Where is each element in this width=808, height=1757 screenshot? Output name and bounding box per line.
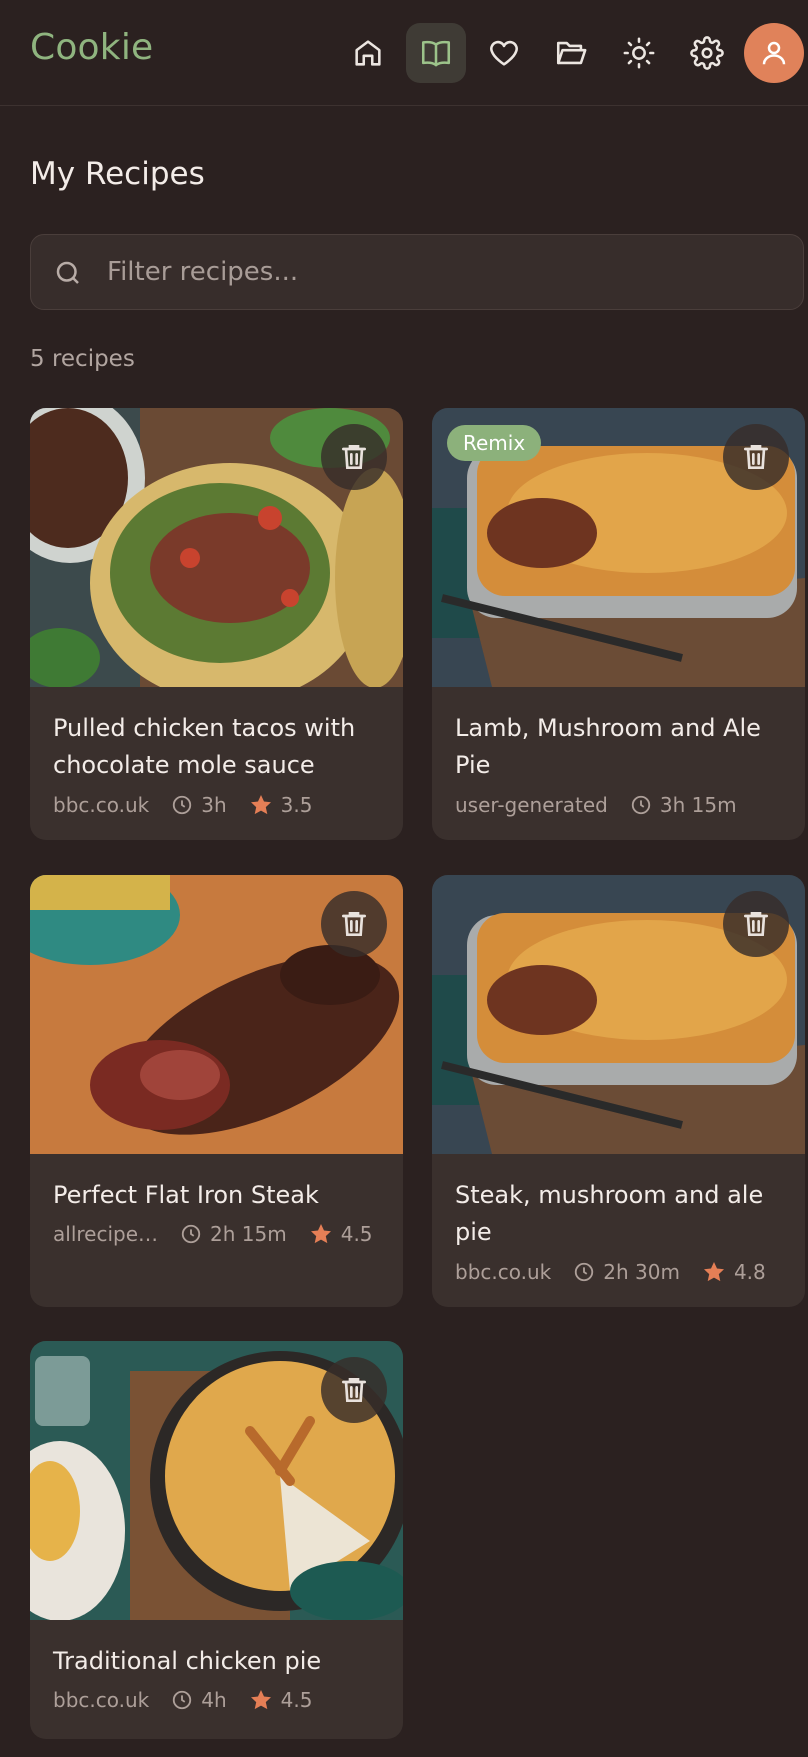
recipe-source: user-generated	[455, 793, 608, 817]
recipe-rating: 3.5	[249, 793, 313, 817]
delete-recipe-button[interactable]	[321, 1357, 387, 1423]
recipe-title[interactable]: Perfect Flat Iron Steak	[53, 1177, 388, 1214]
recipe-rating-value: 4.8	[733, 1260, 766, 1284]
trash-icon	[740, 441, 772, 473]
recipe-rating-value: 3.5	[280, 793, 313, 817]
star-icon	[249, 793, 273, 817]
recipe-meta: allrecipe… 2h 15m 4.5	[53, 1222, 373, 1246]
recipe-card[interactable]: Pulled chicken tacos with chocolate mole…	[30, 408, 403, 840]
recipe-rating: 4.5	[249, 1688, 313, 1712]
clock-icon	[573, 1261, 595, 1283]
remix-badge: Remix	[447, 425, 542, 461]
trash-icon	[338, 1374, 370, 1406]
recipe-meta: bbc.co.uk 4h 4.5	[53, 1688, 312, 1712]
recipe-meta: bbc.co.uk 3h 3.5	[53, 793, 312, 817]
recipe-meta: bbc.co.uk 2h 30m 4.8	[455, 1260, 766, 1284]
filter-recipes-input[interactable]	[107, 235, 787, 309]
recipe-time: 3h	[171, 793, 227, 817]
trash-icon	[740, 908, 772, 940]
user-avatar-button[interactable]	[744, 23, 804, 83]
recipe-time: 2h 15m	[180, 1222, 287, 1246]
nav-collections-button[interactable]	[541, 23, 601, 83]
recipe-title[interactable]: Traditional chicken pie	[53, 1643, 388, 1680]
search-icon	[56, 261, 79, 284]
recipe-card[interactable]: Perfect Flat Iron Steak allrecipe… 2h 15…	[30, 875, 403, 1307]
clock-icon	[180, 1223, 202, 1245]
page-title: My Recipes	[30, 156, 205, 192]
nav-settings-button[interactable]	[677, 23, 737, 83]
recipe-card[interactable]: Traditional chicken pie bbc.co.uk 4h 4.5	[30, 1341, 403, 1739]
app-logo[interactable]: Cookie	[30, 27, 153, 68]
folder-icon	[556, 41, 587, 65]
recipe-time: 2h 30m	[573, 1260, 680, 1284]
home-icon	[355, 40, 381, 66]
book-icon	[421, 40, 451, 67]
recipe-count: 5 recipes	[30, 346, 135, 372]
recipe-card[interactable]: Remix Lamb, Mushroom and Ale Pie user-ge…	[432, 408, 805, 840]
sun-icon	[623, 37, 655, 69]
star-icon	[309, 1222, 333, 1246]
delete-recipe-button[interactable]	[723, 891, 789, 957]
delete-recipe-button[interactable]	[723, 424, 789, 490]
recipe-rating: 4.5	[309, 1222, 373, 1246]
recipe-source: bbc.co.uk	[53, 1688, 150, 1712]
delete-recipe-button[interactable]	[321, 891, 387, 957]
star-icon	[249, 1688, 273, 1712]
recipe-time-value: 4h	[201, 1688, 227, 1712]
recipe-title[interactable]: Lamb, Mushroom and Ale Pie	[455, 710, 790, 784]
recipe-title[interactable]: Steak, mushroom and ale pie	[455, 1177, 790, 1251]
nav-favorites-button[interactable]	[474, 23, 534, 83]
recipe-source: bbc.co.uk	[455, 1260, 552, 1284]
recipe-time-value: 2h 15m	[210, 1222, 287, 1246]
delete-recipe-button[interactable]	[321, 424, 387, 490]
recipe-rating-value: 4.5	[340, 1222, 373, 1246]
recipe-card[interactable]: Steak, mushroom and ale pie bbc.co.uk 2h…	[432, 875, 805, 1307]
heart-icon	[490, 40, 518, 66]
clock-icon	[171, 794, 193, 816]
recipe-time-value: 3h	[201, 793, 227, 817]
recipe-rating-value: 4.5	[280, 1688, 313, 1712]
nav-home-button[interactable]	[338, 23, 398, 83]
recipe-time: 3h 15m	[630, 793, 737, 817]
trash-icon	[338, 441, 370, 473]
clock-icon	[171, 1689, 193, 1711]
user-icon	[762, 41, 786, 65]
search-box	[30, 234, 804, 310]
star-icon	[702, 1260, 726, 1284]
recipe-title[interactable]: Pulled chicken tacos with chocolate mole…	[53, 710, 388, 784]
trash-icon	[338, 908, 370, 940]
recipe-time-value: 3h 15m	[659, 793, 737, 817]
nav-recipes-button[interactable]	[406, 23, 466, 83]
recipe-source: bbc.co.uk	[53, 793, 150, 817]
gear-icon	[690, 36, 724, 70]
app-header: Cookie	[0, 0, 808, 106]
recipe-time: 4h	[171, 1688, 227, 1712]
recipe-source: allrecipe…	[53, 1222, 159, 1246]
recipe-meta: user-generated 3h 15m	[455, 793, 737, 817]
clock-icon	[630, 794, 652, 816]
recipe-rating: 4.8	[702, 1260, 766, 1284]
nav-theme-button[interactable]	[609, 23, 669, 83]
recipe-time-value: 2h 30m	[603, 1260, 680, 1284]
